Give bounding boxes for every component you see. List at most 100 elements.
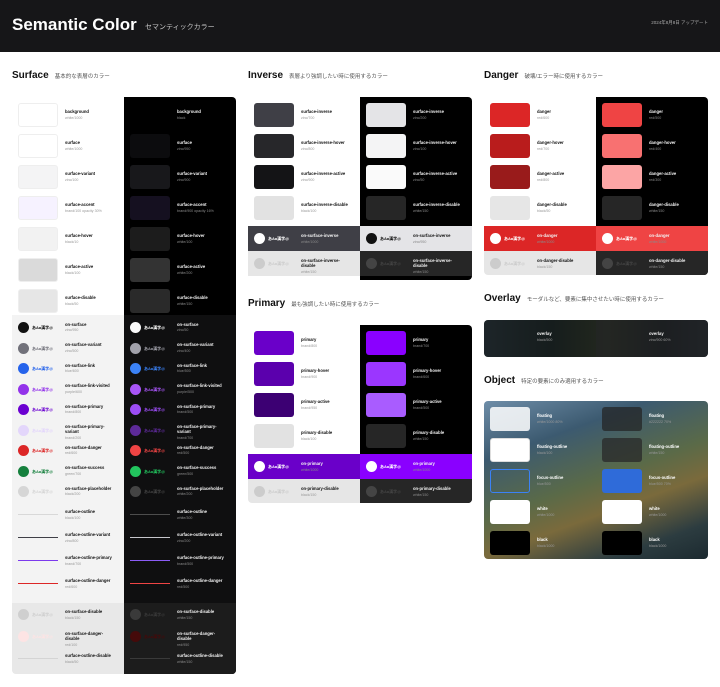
color-dot: [130, 609, 141, 620]
token-value: black/1000: [537, 543, 555, 548]
color-dot: [366, 233, 377, 244]
sample-text: あAa漢字@: [268, 261, 290, 266]
page-header: Semantic Color セマンティックカラー 2024年8月8日 アップデ…: [0, 0, 720, 52]
color-dot: [18, 486, 29, 497]
color-dot: [130, 342, 141, 354]
color-dot: [18, 424, 29, 436]
token-name: on-surface-link-visited: [177, 383, 222, 388]
token-value: white/1000 80%: [537, 419, 563, 424]
token-value: white/150: [177, 659, 193, 664]
inverse-section-title: Inverse 表層より強調したい時に使用するカラー: [248, 70, 388, 81]
color-token-label: on-surface-primary brand/800: [65, 404, 117, 416]
token-value: black/50: [65, 301, 79, 306]
color-token-label: surface-active white/200: [177, 264, 229, 276]
color-token-label: on-surface zinc/50: [177, 322, 229, 334]
color-swatch: [602, 134, 642, 158]
color-swatch: [18, 134, 58, 158]
color-token-label: on-surface-primary-variant brand/200: [65, 424, 117, 442]
token-value: zinc/200: [177, 538, 191, 543]
token-name: on-surface-placeholder: [65, 485, 112, 491]
token-name: danger-disable: [537, 202, 567, 207]
color-token-label: surface-accent brand/100 opacity 30%: [65, 202, 117, 214]
token-value: black/1000: [649, 543, 667, 548]
token-name: primary-hover: [301, 368, 330, 373]
color-token-label: overlay black/500: [537, 331, 589, 343]
token-value: white/200: [177, 492, 193, 497]
token-name: surface-outline: [65, 509, 96, 514]
color-token-label: on-primary-disable white/150: [413, 486, 465, 498]
color-token-label: on-surface-danger-disable red/950: [177, 631, 229, 649]
token-name: surface-inverse: [301, 109, 332, 114]
color-token-label: surface-outline black/100: [65, 509, 117, 521]
outline-sample: [130, 514, 170, 515]
color-token-label: danger red/600: [537, 109, 589, 121]
color-token-label: on-surface-link-visited purple/500: [177, 383, 229, 395]
color-dot: [18, 609, 29, 620]
color-swatch: [490, 531, 530, 555]
color-token-label: on-surface-inverse-disable white/150: [413, 258, 465, 276]
color-swatch: [602, 165, 642, 189]
dark-mode-column: surface-inverse zinc/200 surface-inverse-h…: [360, 97, 472, 280]
token-value: white/1000: [649, 512, 667, 517]
token-value: red/950: [177, 643, 190, 648]
token-value: red/600: [537, 115, 550, 120]
token-value: zinc/700: [301, 115, 315, 120]
token-value: white/150: [413, 208, 429, 213]
color-token-label: surface-outline-variant zinc/200: [177, 532, 229, 544]
color-token-label: on-surface-variant zinc/400: [177, 342, 229, 354]
color-token-label: on-danger white/1000: [537, 233, 589, 245]
color-token-label: on-primary-disable black/150: [301, 486, 353, 498]
primary-palette-card: primary brand/800 primary-hover brand/900 pr…: [248, 325, 472, 503]
color-swatch: [18, 258, 58, 282]
sample-text: あAa漢字@: [32, 366, 54, 371]
color-token-label: on-surface-inverse zinc/950: [413, 233, 465, 245]
token-name: on-surface-primary: [177, 403, 216, 409]
token-value: zinc/400: [177, 348, 191, 353]
color-token-label: background black: [177, 109, 229, 121]
token-value: black/100: [65, 270, 81, 275]
token-value: zinc/50: [177, 328, 189, 333]
token-value: zinc/900 60%: [649, 337, 671, 342]
token-value: brand/500: [177, 410, 194, 415]
token-value: zinc/200: [413, 115, 427, 120]
token-value: zinc/500: [65, 348, 79, 353]
color-swatch: [254, 103, 294, 127]
token-value: black/150: [537, 264, 553, 269]
token-value: white/300: [177, 515, 193, 520]
token-value: blue/500 70%: [649, 481, 671, 486]
sample-text: あAa漢字@: [32, 386, 54, 392]
on-color-band: あAa漢字@ on-surface-inverse white/1000: [248, 226, 360, 251]
token-value: zinc/800: [301, 146, 315, 151]
on-disable-band: あAa漢字@ on-danger-disable white/150: [596, 251, 708, 275]
color-token-label: surface-outline-disable white/150: [177, 653, 229, 665]
sample-text: あAa漢字@: [32, 634, 54, 639]
on-disable-band: あAa漢字@ on-primary-disable white/150: [360, 479, 472, 503]
outline-sample: [18, 537, 58, 538]
overlay-palette-card: overlay black/500 overlay zinc/900 60%: [484, 320, 708, 357]
color-swatch: [130, 227, 170, 251]
token-value: purple/500: [177, 389, 194, 394]
token-value: brand/950: [301, 405, 318, 410]
color-dot: [18, 404, 29, 415]
color-swatch: [602, 469, 642, 493]
token-name: on-danger-disable: [537, 258, 574, 263]
token-value: blue/600: [65, 369, 79, 374]
token-name: on-surface-inverse: [301, 233, 339, 238]
color-swatch: [254, 196, 294, 220]
dark-mode-column: primary brand/700 primary-hover brand/600 pr…: [360, 325, 472, 503]
token-name: surface-disable: [177, 295, 208, 300]
sample-text: あAa漢字@: [268, 489, 290, 494]
token-name: surface-inverse-hover: [301, 140, 345, 145]
color-dot: [366, 486, 377, 497]
on-disable-band: あAa漢字@ on-primary-disable black/150: [248, 479, 360, 503]
token-name: surface-outline-primary: [65, 555, 112, 560]
color-dot: [366, 258, 377, 269]
color-dot: [254, 233, 265, 244]
color-token-label: surface-hover black/10: [65, 233, 117, 245]
color-token-label: on-surface-link blue/600: [65, 363, 117, 375]
on-disable-band: あAa漢字@ on-surface-inverse-disable white/15…: [360, 251, 472, 276]
color-token-label: surface-inverse-hover zinc/100: [413, 140, 465, 152]
token-name: overlay: [649, 331, 664, 336]
light-mode-column: danger red/600 danger-hover red/700 danger-a…: [484, 97, 596, 275]
token-value: brand/900: [301, 374, 318, 379]
